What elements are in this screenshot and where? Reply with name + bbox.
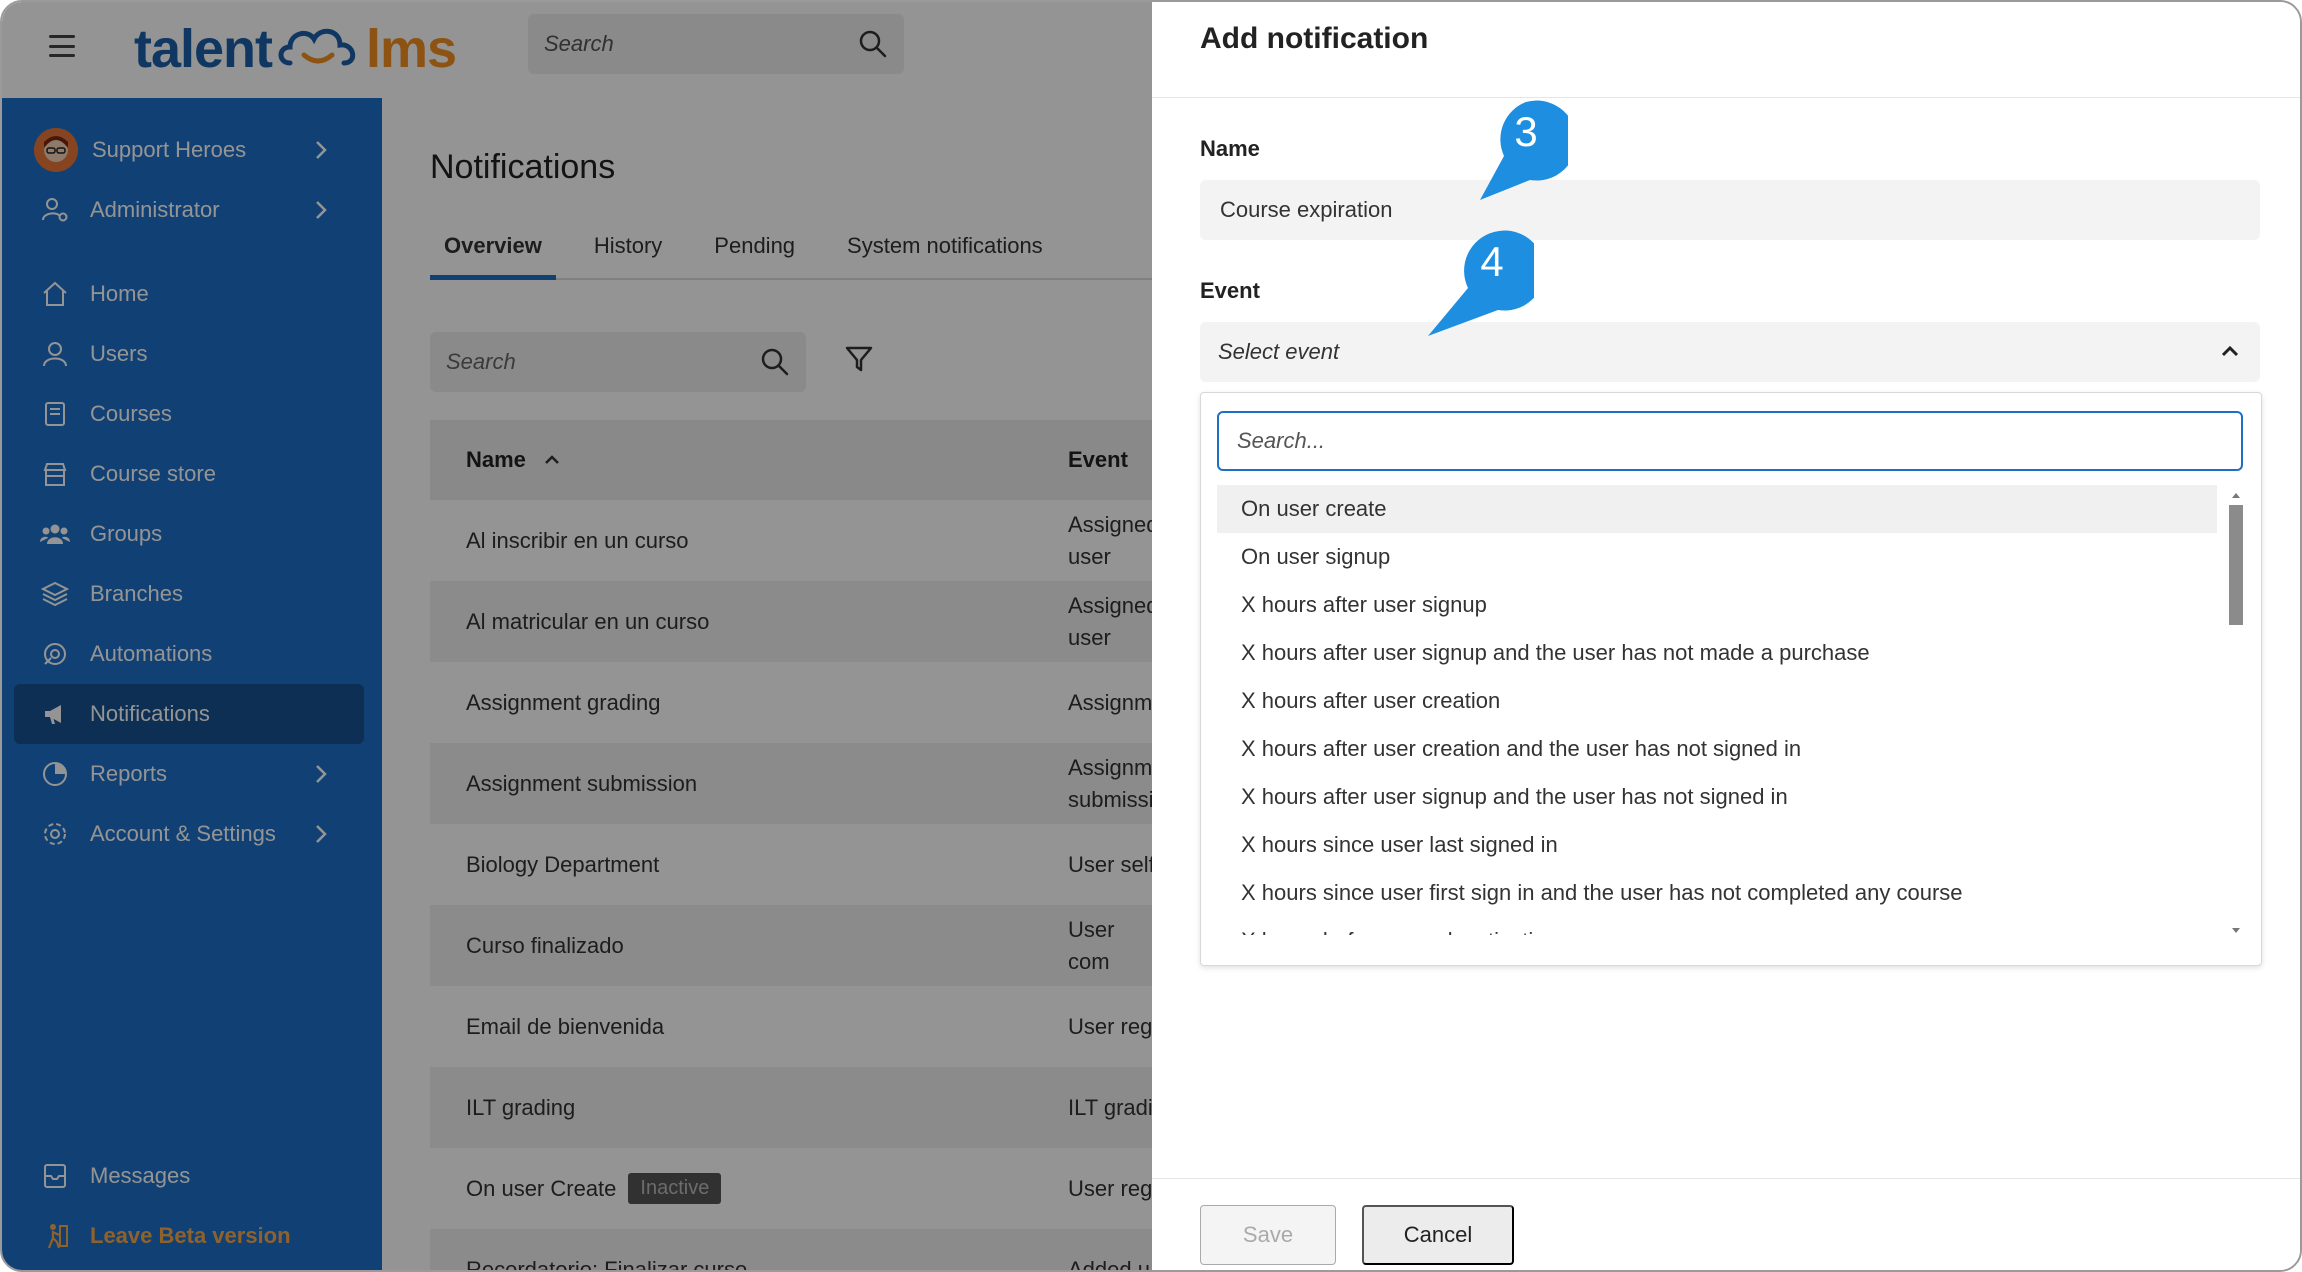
event-select-placeholder: Select event [1218, 339, 1340, 364]
event-option[interactable]: X hours after user signup and the user h… [1217, 773, 2217, 821]
event-option[interactable]: On user create [1217, 485, 2217, 533]
scroll-down-arrow[interactable] [2232, 928, 2240, 933]
event-option[interactable]: X hours since user first sign in and the… [1217, 869, 2217, 917]
name-field-value: Course expiration [1220, 197, 1393, 222]
event-option[interactable]: X hours since user last signed in [1217, 821, 2217, 869]
event-search-input[interactable]: Search... [1217, 411, 2243, 471]
name-label: Name [1200, 136, 1260, 161]
event-option[interactable]: X hours after user signup and the user h… [1217, 629, 2217, 677]
dropdown-scrollbar[interactable] [2229, 493, 2243, 933]
drawer-header: Add notification [1152, 2, 2300, 98]
event-dropdown: Search... On user create On user signup … [1200, 392, 2262, 966]
app-window: talent lms Search Support Heroes Adminis… [0, 0, 2302, 1272]
event-option[interactable]: X hours after user creation and the user… [1217, 725, 2217, 773]
event-option[interactable]: On user signup [1217, 533, 2217, 581]
add-notification-drawer: Add notification Name Course expiration … [1152, 2, 2300, 1270]
event-search-placeholder: Search... [1237, 428, 1326, 453]
step-callout-4: 4 [1426, 230, 1545, 338]
modal-backdrop[interactable] [2, 2, 1152, 1270]
save-button[interactable]: Save [1200, 1205, 1336, 1265]
drawer-footer: Save Cancel [1152, 1178, 2300, 1270]
callout-number: 3 [1514, 108, 1538, 155]
step-callout-3: 3 [1478, 100, 1577, 202]
chevron-up-icon [2221, 345, 2239, 357]
event-select[interactable]: Select event [1200, 322, 2260, 382]
name-field[interactable]: Course expiration [1200, 180, 2260, 240]
cancel-button[interactable]: Cancel [1362, 1205, 1514, 1265]
event-option[interactable]: X hours after user signup [1217, 581, 2217, 629]
callout-number: 4 [1480, 238, 1504, 285]
event-label: Event [1200, 278, 1260, 303]
event-option[interactable]: X hours after user creation [1217, 677, 2217, 725]
drawer-title: Add notification [1200, 22, 1429, 55]
scrollbar-thumb[interactable] [2229, 505, 2243, 625]
scroll-up-arrow[interactable] [2232, 493, 2240, 498]
event-options-list: On user create On user signup X hours af… [1217, 485, 2217, 935]
event-option[interactable]: X hours before user deactivation [1217, 917, 2217, 935]
